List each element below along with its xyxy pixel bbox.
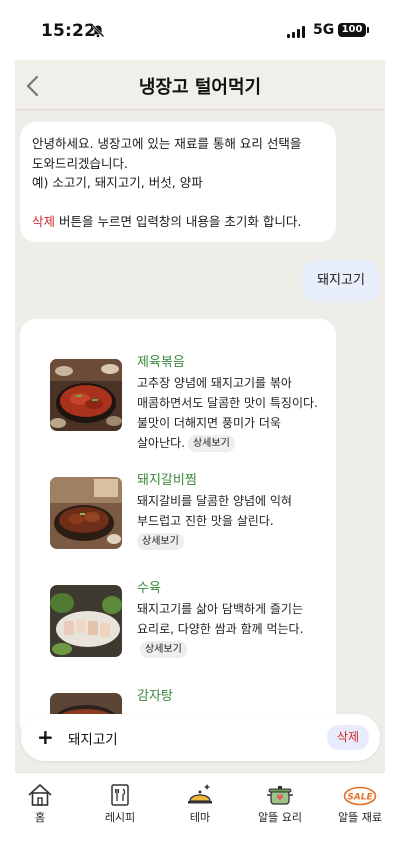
recipe-results-card: 제육볶음 고추장 양념에 돼지고기를 볶아 매콤하면서도 달콤한 맛이 특징이다… [20,319,336,739]
ingredient-input-bar: + 삭제 [21,714,380,761]
nav-item-theme[interactable]: 테마 [163,783,237,825]
page-title: 냉장고 털어먹기 [138,77,262,98]
detail-button[interactable]: 상세보기 [137,533,184,550]
delete-button[interactable]: 삭제 [327,725,369,750]
signal-icon [287,26,305,38]
recipe-description: 돼지갈비를 달콤한 양념에 익혀 부드럽고 진한 맛을 살린다. 상세보기 [137,491,319,551]
home-icon [15,783,77,807]
nav-label: 알뜰 재료 [338,811,382,824]
bot-message-line: 안녕하세요. 냉장고에 있는 재료를 통해 요리 선택을 [32,136,302,151]
app-header: 냉장고 털어먹기 [15,60,385,110]
nav-item-home[interactable]: 홈 [15,783,77,825]
phone-screen: 15:22 5G 100 냉장고 털어먹기 안녕하세요. 냉장고에 있는 재료를… [15,14,385,854]
recipe-icon [83,783,157,807]
bot-message-line: 삭제 버튼을 누르면 입력창의 내용을 초기화 합니다. [32,214,302,229]
bot-message-line: 도와드리겠습니다. [32,155,128,171]
user-message-bubble: 돼지고기 [302,259,380,303]
recipe-item[interactable]: 돼지갈비찜 돼지갈비를 달콤한 양념에 익혀 부드럽고 진한 맛을 살린다. 상세… [50,473,320,557]
nav-item-budget-ingredients[interactable]: SALE 알뜰 재료 [323,783,385,825]
detail-button[interactable]: 상세보기 [187,435,235,452]
ingredient-input[interactable] [68,727,308,749]
recipe-name: 수육 [137,581,161,596]
bot-message-bubble: 안녕하세요. 냉장고에 있는 재료를 통해 요리 선택을 도와드리겠습니다. 예… [20,122,336,242]
nav-label: 알뜰 요리 [258,811,302,824]
nav-item-budget-cooking[interactable]: 알뜰 요리 [243,783,317,825]
bot-message-line: 예) 소고기, 돼지고기, 버섯, 양파 [32,175,203,190]
nav-label: 레시피 [104,811,136,824]
network-label: 5G [313,22,335,38]
add-button[interactable]: + [37,725,54,749]
battery-icon: 100 [338,23,369,37]
pot-icon [243,783,317,807]
recipe-item[interactable]: 제육볶음 고추장 양념에 돼지고기를 볶아 매콤하면서도 달콤한 맛이 특징이다… [50,355,320,452]
recipe-description: 돼지고기를 삶아 담백하게 즐기는 요리로, 다양한 쌈과 함께 먹는다.상세보… [137,599,319,659]
nav-label: 테마 [189,811,211,824]
recipe-thumbnail [50,359,122,431]
status-time: 15:22 [41,21,97,41]
recipe-thumbnail [50,477,122,549]
recipe-name: 감자탕 [137,689,173,704]
svg-text:SALE: SALE [347,793,373,803]
recipe-thumbnail [50,585,122,657]
recipe-item[interactable]: 수육 돼지고기를 삶아 담백하게 즐기는 요리로, 다양한 쌈과 함께 먹는다.… [50,581,320,665]
delete-keyword: 삭제 [32,214,56,229]
recipe-name: 제육볶음 [137,355,185,370]
sale-icon: SALE [323,783,385,807]
bell-muted-icon [91,23,105,42]
recipe-name: 돼지갈비찜 [137,473,197,488]
status-bar: 15:22 5G 100 [15,14,385,60]
nav-label: 홈 [34,811,46,824]
recipe-description: 고추장 양념에 돼지고기를 볶아 매콤하면서도 달콤한 맛이 특징이다. 불맛이… [137,376,318,452]
detail-button[interactable]: 상세보기 [140,641,187,658]
cloche-icon [163,783,237,807]
nav-item-recipe[interactable]: 레시피 [83,783,157,825]
bottom-navigation: 홈 레시피 테마 알뜰 요리 SALE 알뜰 재료 [15,772,385,854]
